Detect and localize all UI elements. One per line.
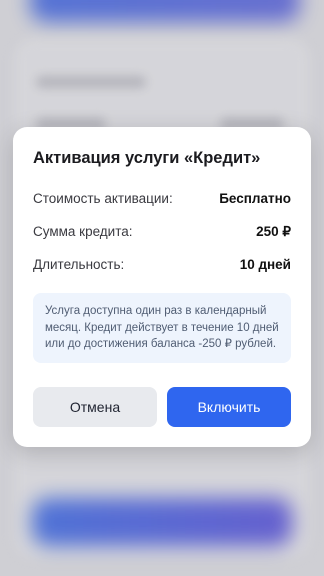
credit-amount-label: Сумма кредита: xyxy=(33,224,133,239)
enable-button[interactable]: Включить xyxy=(167,387,291,427)
info-note: Услуга доступна один раз в календарный м… xyxy=(33,293,291,363)
duration-label: Длительность: xyxy=(33,257,125,272)
dialog-title: Активация услуги «Кредит» xyxy=(33,149,261,167)
credit-amount-value: 250 ₽ xyxy=(256,223,291,239)
activation-cost-label: Стоимость активации: xyxy=(33,191,173,206)
cancel-button[interactable]: Отмена xyxy=(33,387,157,427)
credit-activation-dialog: Активация услуги «Кредит» Стоимость акти… xyxy=(13,127,311,447)
credit-amount-row: Сумма кредита: 250 ₽ xyxy=(33,215,291,248)
duration-row: Длительность: 10 дней xyxy=(33,248,291,281)
dialog-actions: Отмена Включить xyxy=(33,387,291,427)
activation-cost-row: Стоимость активации: Бесплатно xyxy=(33,182,291,215)
activation-cost-value: Бесплатно xyxy=(219,191,291,206)
duration-value: 10 дней xyxy=(239,257,291,272)
